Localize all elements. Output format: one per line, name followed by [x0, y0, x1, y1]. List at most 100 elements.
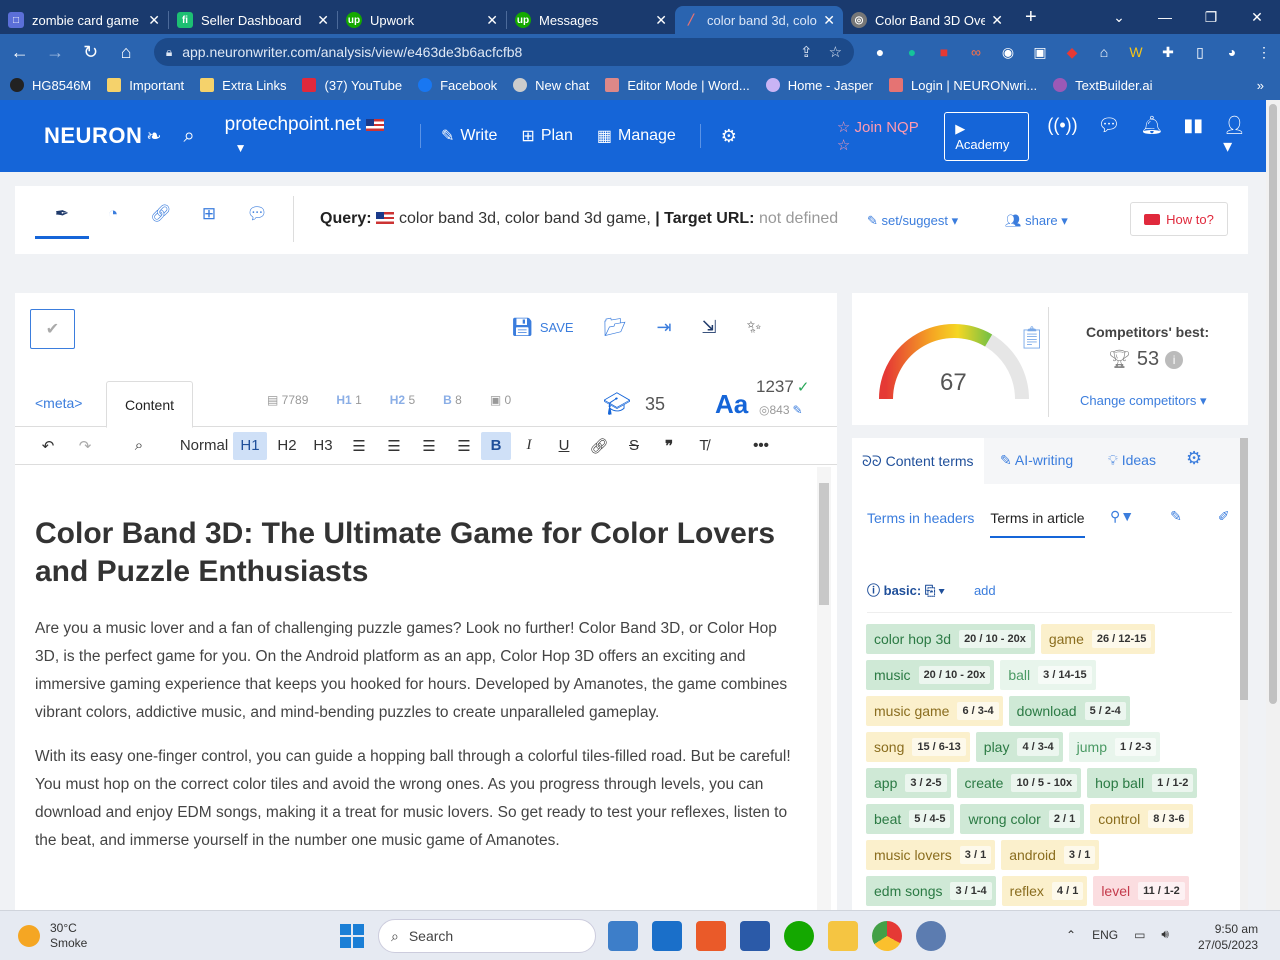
- extension-icon[interactable]: W: [1120, 42, 1152, 62]
- redo-icon[interactable]: ↷: [67, 432, 103, 460]
- format-h3[interactable]: H3: [305, 432, 341, 460]
- sliders-icon[interactable]: ⚙: [1186, 448, 1202, 469]
- app-icon[interactable]: [916, 921, 946, 951]
- scrollbar-thumb[interactable]: [819, 483, 829, 605]
- avatar[interactable]: ◕: [1216, 42, 1248, 62]
- term-chip[interactable]: beat 5 / 4-5: [866, 804, 955, 834]
- strikethrough-icon[interactable]: S: [617, 432, 651, 460]
- align-justify-icon[interactable]: ☰: [447, 432, 481, 460]
- term-chip[interactable]: music game 6 / 3-4: [866, 696, 1003, 726]
- align-right-icon[interactable]: ☰: [411, 432, 447, 460]
- link-icon[interactable]: 🔗︎: [581, 432, 617, 460]
- home-extension-icon[interactable]: ⌂: [1088, 42, 1120, 62]
- bookmark-item[interactable]: Extra Links: [200, 78, 286, 93]
- tab-search-icon[interactable]: ⌄: [1096, 9, 1142, 26]
- back-icon[interactable]: ←: [4, 42, 35, 63]
- term-chip[interactable]: hop ball 1 / 1-2: [1087, 768, 1198, 798]
- clipboard-icon[interactable]: 📋︎: [1018, 325, 1046, 351]
- bookmark-item[interactable]: Home - Jasper: [765, 78, 873, 93]
- taskbar-search[interactable]: ⌕ Search: [378, 919, 596, 953]
- format-h2[interactable]: H2: [269, 432, 305, 460]
- editor-mode-icon[interactable]: ✒: [35, 204, 89, 239]
- home-icon[interactable]: ⌂: [110, 42, 141, 63]
- magic-wand-icon[interactable]: ✨︎: [747, 317, 762, 338]
- scrollbar-thumb[interactable]: [1240, 438, 1248, 700]
- volume-icon[interactable]: 🔊︎: [1161, 927, 1169, 942]
- app-logo[interactable]: NEURON: [44, 123, 142, 149]
- bookmark-item[interactable]: HG8546M: [10, 78, 91, 93]
- forward-icon[interactable]: →: [39, 42, 70, 63]
- close-icon[interactable]: ✕: [991, 12, 1003, 29]
- folder-open-icon[interactable]: 📂︎: [604, 317, 627, 338]
- search-icon[interactable]: ⌕: [117, 432, 161, 460]
- tab-meta[interactable]: <meta>: [35, 395, 82, 411]
- term-chip[interactable]: edm songs 3 / 1-4: [866, 876, 996, 906]
- extension-icon[interactable]: ●: [864, 42, 896, 62]
- link-icon[interactable]: 🔗︎: [137, 204, 185, 239]
- reload-icon[interactable]: ↻: [75, 42, 106, 63]
- file-explorer-icon[interactable]: [828, 921, 858, 951]
- pen-icon[interactable]: ✐: [1218, 508, 1230, 525]
- format-normal[interactable]: Normal: [179, 432, 229, 460]
- notepad-icon[interactable]: [608, 921, 638, 951]
- tab-terms-article[interactable]: Terms in article: [990, 510, 1085, 538]
- sitemap-icon[interactable]: ⊞: [185, 204, 233, 239]
- save-button[interactable]: 💾︎ SAVE: [511, 317, 574, 338]
- italic-icon[interactable]: I: [511, 432, 547, 460]
- bookmark-item[interactable]: Login | NEURONwri...: [888, 78, 1037, 93]
- join-nqp-link[interactable]: ☆ Join NQP ☆: [837, 118, 930, 154]
- word-icon[interactable]: [740, 921, 770, 951]
- browser-tab[interactable]: fi Seller Dashboard ✕: [169, 6, 337, 34]
- close-icon[interactable]: ✕: [655, 12, 667, 29]
- term-chip[interactable]: music lovers 3 / 1: [866, 840, 996, 870]
- bookmark-item[interactable]: New chat: [513, 78, 589, 93]
- quote-icon[interactable]: ❞: [651, 432, 687, 460]
- align-center-icon[interactable]: ☰: [377, 432, 411, 460]
- close-icon[interactable]: ✕: [823, 12, 835, 29]
- align-left-icon[interactable]: ☰: [341, 432, 377, 460]
- puzzle-icon[interactable]: ✚: [1152, 42, 1184, 62]
- chevron-up-icon[interactable]: ⌃: [1066, 928, 1076, 942]
- bookmark-item[interactable]: (37) YouTube: [302, 78, 402, 93]
- info-icon[interactable]: i: [1165, 350, 1184, 369]
- term-chip[interactable]: ball 3 / 14-15: [1000, 660, 1096, 690]
- filter-icon[interactable]: ⚲▼: [1110, 508, 1134, 525]
- add-term-button[interactable]: add: [974, 583, 996, 598]
- bell-icon[interactable]: 🔔︎: [1140, 115, 1163, 157]
- academy-button[interactable]: ▶ Academy: [944, 111, 1030, 161]
- format-h1[interactable]: H1: [233, 431, 267, 460]
- browser-tab[interactable]: ◎ Color Band 3D Ove ✕: [843, 6, 1011, 34]
- close-icon[interactable]: ✕: [317, 12, 329, 29]
- broadcast-icon[interactable]: ((•)): [1047, 115, 1077, 157]
- browser-tab[interactable]: up Upwork ✕: [338, 6, 506, 34]
- language-indicator[interactable]: ENG: [1092, 928, 1118, 942]
- term-chip[interactable]: jump 1 / 2-3: [1068, 732, 1161, 762]
- import-icon[interactable]: ⇲: [702, 317, 717, 338]
- more-icon[interactable]: •••: [741, 432, 781, 460]
- page-scrollbar[interactable]: [1266, 100, 1280, 910]
- bookmark-item[interactable]: Important: [107, 78, 184, 93]
- term-chip[interactable]: app 3 / 2-5: [866, 768, 951, 798]
- check-button[interactable]: ✔: [30, 309, 75, 349]
- browser-tab[interactable]: up Messages ✕: [507, 6, 675, 34]
- export-icon[interactable]: ⇥: [656, 317, 671, 338]
- nav-write[interactable]: ✎ Write: [441, 126, 497, 146]
- undo-icon[interactable]: ↶: [29, 432, 67, 460]
- extension-icon[interactable]: ∞: [960, 42, 992, 62]
- bookmark-item[interactable]: Editor Mode | Word...: [605, 78, 750, 93]
- comments-icon[interactable]: 💬︎: [233, 204, 281, 239]
- close-icon[interactable]: ✕: [486, 12, 498, 29]
- user-icon[interactable]: 👤︎▾: [1223, 115, 1246, 157]
- close-window-icon[interactable]: ✕: [1234, 9, 1280, 26]
- clear-format-icon[interactable]: T̸: [687, 432, 721, 460]
- term-chip[interactable]: control 8 / 3-6: [1090, 804, 1194, 834]
- editor-content[interactable]: Color Band 3D: The Ultimate Game for Col…: [35, 515, 805, 855]
- term-chip[interactable]: reflex 4 / 1: [1001, 876, 1088, 906]
- share-button[interactable]: 👥︎ share ▾: [1005, 213, 1068, 229]
- tab-ai-writing[interactable]: ✎ AI-writing: [1000, 452, 1073, 469]
- extension-icon[interactable]: ▣: [1024, 42, 1056, 62]
- share-page-icon[interactable]: ⇪: [800, 43, 813, 61]
- chrome-icon[interactable]: [872, 921, 902, 951]
- url-field[interactable]: 🔒︎ app.neuronwriter.com/analysis/view/e4…: [153, 38, 855, 66]
- bookmark-star-icon[interactable]: ☆: [829, 43, 842, 61]
